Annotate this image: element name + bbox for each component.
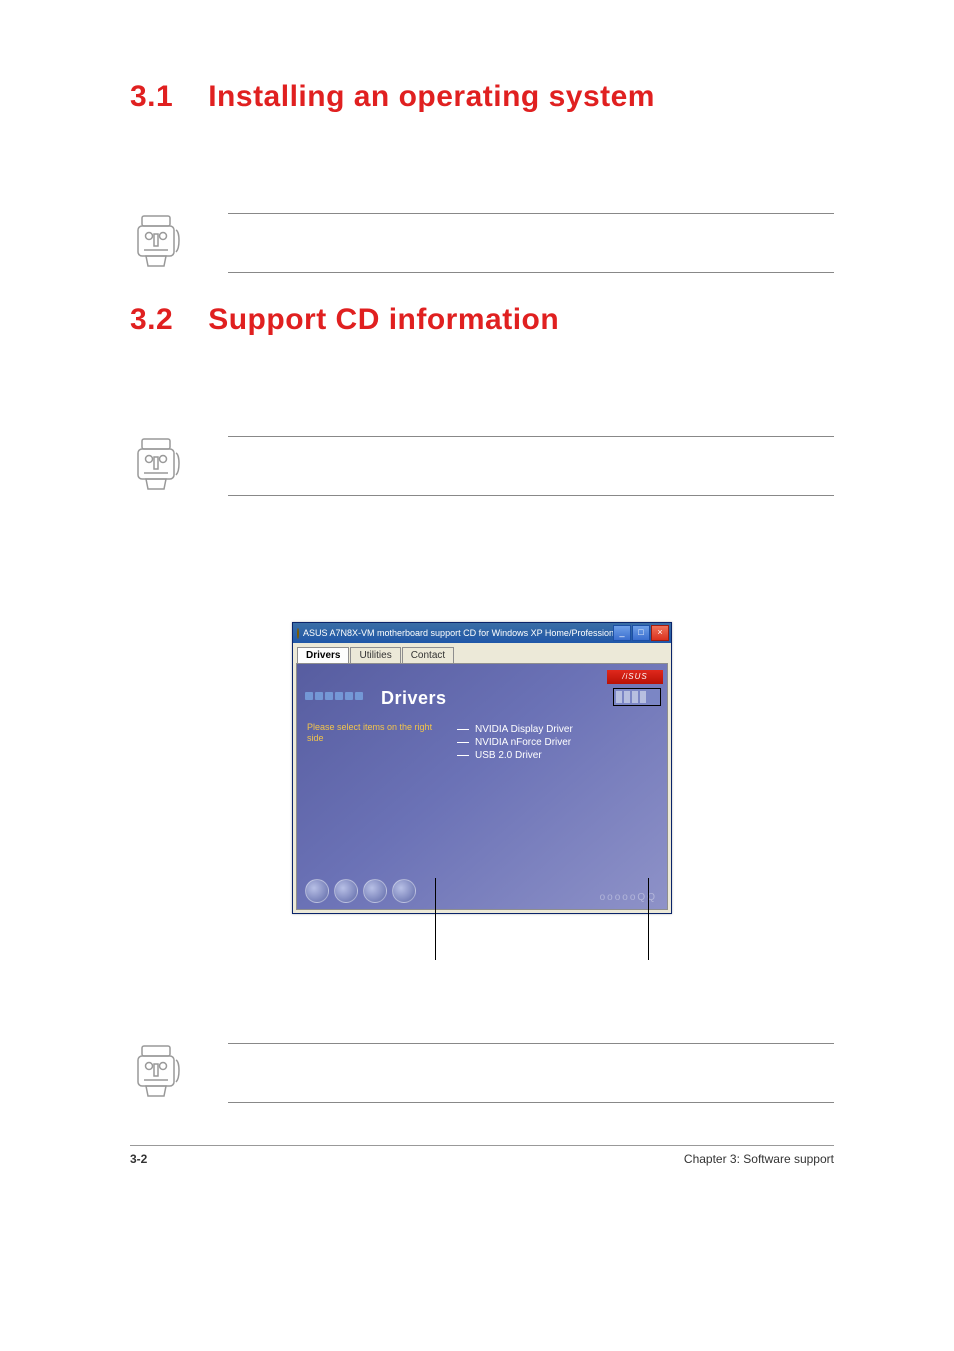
- window-title: ASUS A7N8X-VM motherboard support CD for…: [297, 628, 613, 639]
- page: 3.1 Installing an operating system: [0, 0, 954, 1351]
- toolbar-glyph: [315, 692, 323, 700]
- support-cd-window: ASUS A7N8X-VM motherboard support CD for…: [292, 622, 672, 914]
- section-3-1-heading: 3.1 Installing an operating system: [130, 80, 834, 114]
- bullet-icon: [457, 755, 469, 756]
- chip-icon: [632, 691, 638, 703]
- robot-icon: [132, 433, 186, 498]
- minimize-button[interactable]: _: [613, 625, 631, 641]
- content-area: /iSUS Drivers Please select items on the…: [296, 663, 668, 910]
- round-icon[interactable]: [392, 879, 416, 903]
- round-icon[interactable]: [334, 879, 358, 903]
- motherboard-thumbnail[interactable]: [613, 688, 661, 706]
- chip-icon: [624, 691, 630, 703]
- brand-strip: /iSUS: [607, 670, 663, 684]
- list-item[interactable]: USB 2.0 Driver: [457, 750, 573, 761]
- section-3-1-title: Installing an operating system: [208, 80, 655, 114]
- robot-icon: [132, 1040, 186, 1105]
- note-2: [130, 433, 834, 498]
- section-3-2-title: Support CD information: [208, 303, 559, 337]
- note-1-text: [228, 213, 834, 273]
- round-icon[interactable]: [363, 879, 387, 903]
- toolbar-glyph: [335, 692, 343, 700]
- tab-utilities[interactable]: Utilities: [350, 647, 400, 663]
- list-item[interactable]: NVIDIA Display Driver: [457, 724, 573, 735]
- section-3-1-number: 3.1: [130, 80, 173, 114]
- close-button[interactable]: ×: [651, 625, 669, 641]
- note-1: [130, 210, 834, 275]
- icon-strip: [305, 692, 363, 700]
- note-3-icon-cell: [130, 1040, 188, 1105]
- toolbar-glyph: [325, 692, 333, 700]
- page-title: Drivers: [381, 688, 447, 709]
- callout-line-right: [648, 878, 649, 960]
- list-item[interactable]: NVIDIA nForce Driver: [457, 737, 573, 748]
- bullet-icon: [457, 729, 469, 730]
- tab-contact[interactable]: Contact: [402, 647, 454, 663]
- driver-list: NVIDIA Display Driver NVIDIA nForce Driv…: [457, 722, 573, 763]
- round-icon[interactable]: [305, 879, 329, 903]
- cd-icon: [297, 628, 299, 639]
- section-3-2-number: 3.2: [130, 303, 173, 337]
- driver-item-label: NVIDIA nForce Driver: [475, 737, 571, 748]
- toolbar-glyph: [345, 692, 353, 700]
- tab-drivers[interactable]: Drivers: [297, 647, 349, 663]
- chip-icon: [616, 691, 622, 703]
- maximize-button[interactable]: □: [632, 625, 650, 641]
- section-3-2-heading: 3.2 Support CD information: [130, 303, 834, 337]
- footer-chapter-title: Chapter 3: Software support: [684, 1152, 834, 1166]
- window-controls: _ □ ×: [613, 625, 669, 641]
- screenshot-wrap: ASUS A7N8X-VM motherboard support CD for…: [130, 622, 834, 914]
- callouts: [293, 914, 671, 974]
- note-3: [130, 1040, 834, 1105]
- subsection-3-2-1-heading: 3.2.1 Running the support CD: [130, 526, 834, 546]
- chip-icon: [640, 691, 646, 703]
- bullet-icon: [457, 742, 469, 743]
- note-2-icon-cell: [130, 433, 188, 498]
- driver-item-label: NVIDIA Display Driver: [475, 724, 573, 735]
- note-1-icon-cell: [130, 210, 188, 275]
- note-2-text: [228, 436, 834, 496]
- toolbar-glyph: [355, 692, 363, 700]
- subsection-title: Running the support CD: [173, 526, 369, 545]
- callout-labels: [130, 974, 834, 1022]
- tabbar: Drivers Utilities Contact: [293, 643, 671, 663]
- window-title-text: ASUS A7N8X-VM motherboard support CD for…: [303, 628, 613, 638]
- page-footer: 3-2 Chapter 3: Software support: [130, 1145, 834, 1166]
- note-3-text: [228, 1043, 834, 1103]
- driver-item-label: USB 2.0 Driver: [475, 750, 542, 761]
- robot-icon: [132, 210, 186, 275]
- section-3-1-body: [130, 144, 834, 192]
- page-number: 3-2: [130, 1152, 147, 1166]
- subsection-3-2-1-body: [130, 554, 834, 602]
- subsection-number: 3.2.1: [130, 526, 168, 545]
- bottom-icon-row: [305, 879, 416, 903]
- hint-text: Please select items on the right side: [307, 722, 437, 744]
- callout-line-left: [435, 878, 436, 960]
- toolbar-glyph: [305, 692, 313, 700]
- titlebar[interactable]: ASUS A7N8X-VM motherboard support CD for…: [293, 623, 671, 643]
- section-3-2-body: [130, 367, 834, 415]
